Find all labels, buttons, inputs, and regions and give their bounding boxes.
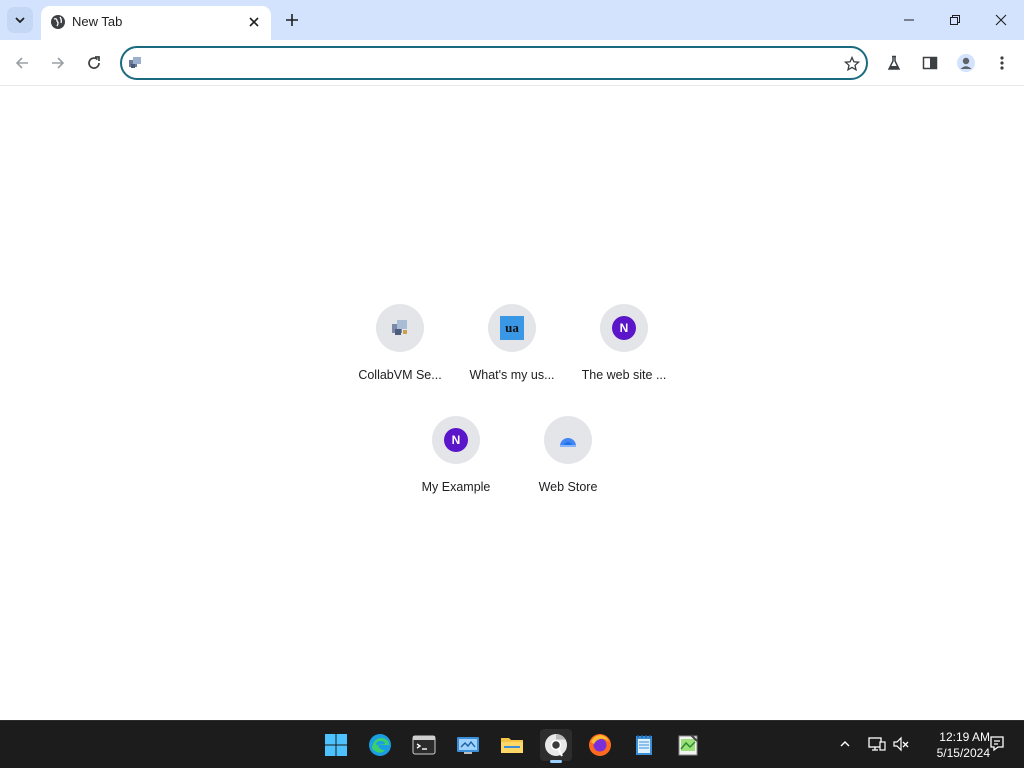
collabvm-site-icon — [128, 56, 142, 75]
kebab-menu-icon — [1000, 56, 1004, 70]
network-icon[interactable] — [866, 733, 888, 755]
clock-time: 12:19 AM — [939, 730, 990, 744]
browser-toolbar — [0, 40, 1024, 86]
restore-icon — [950, 15, 960, 25]
chevron-down-icon — [15, 17, 25, 24]
shortcut-icon-circle: ua — [488, 304, 536, 352]
shortcut-label: The web site ... — [581, 368, 667, 382]
address-input[interactable] — [150, 54, 830, 74]
plus-icon — [286, 14, 298, 26]
flask-icon — [887, 55, 901, 70]
taskbar-clock[interactable]: 12:19 AM 5/15/2024 — [918, 729, 990, 761]
minimize-icon — [904, 19, 914, 21]
back-button[interactable] — [8, 49, 36, 77]
collabvm-icon — [392, 320, 407, 335]
firefox-icon[interactable] — [584, 729, 616, 761]
menu-button[interactable] — [988, 49, 1016, 77]
shortcut-label: What's my us... — [469, 368, 555, 382]
arrow-right-icon — [52, 57, 65, 69]
close-icon — [995, 14, 1007, 26]
forward-button[interactable] — [44, 49, 72, 77]
shortcut-tile[interactable]: N The web site ... — [568, 296, 680, 392]
volume-muted-icon[interactable] — [890, 733, 912, 755]
chrome-icon[interactable] — [540, 729, 572, 763]
notifications-icon[interactable] — [986, 733, 1008, 755]
tab-title: New Tab — [72, 14, 123, 29]
shortcut-icon-circle: N — [432, 416, 480, 464]
clock-date: 5/15/2024 — [936, 746, 990, 760]
tab-strip: New Tab — [0, 0, 1024, 40]
close-tab-icon[interactable] — [245, 13, 263, 31]
shortcut-icon-circle — [544, 416, 592, 464]
shortcut-label: My Example — [421, 480, 491, 494]
shortcut-tile[interactable]: Web Store — [512, 408, 624, 504]
bookmark-star-icon[interactable] — [841, 53, 863, 75]
shortcut-icon-circle: N — [600, 304, 648, 352]
new-tab-button[interactable] — [279, 7, 305, 33]
shortcut-tile[interactable]: CollabVM Se... — [344, 296, 456, 392]
profile-button[interactable] — [952, 49, 980, 77]
taskbar: 12:19 AM 5/15/2024 — [0, 720, 1024, 768]
terminal-icon[interactable] — [408, 729, 440, 761]
notepad-icon[interactable] — [628, 729, 660, 761]
shortcut-label: Web Store — [538, 480, 598, 494]
tab-new-tab[interactable]: New Tab — [41, 6, 271, 40]
chevron-up-icon — [840, 741, 850, 747]
windows-start-icon[interactable] — [320, 729, 352, 761]
globe-icon — [50, 14, 66, 35]
minimize-button[interactable] — [886, 0, 932, 40]
labs-button[interactable] — [880, 49, 908, 77]
image-editor-icon[interactable] — [672, 729, 704, 761]
web-store-icon — [560, 438, 576, 447]
n-letter-icon: N — [444, 428, 468, 452]
tab-search-button[interactable] — [7, 7, 33, 33]
address-bar[interactable] — [120, 46, 868, 80]
show-hidden-icons-button[interactable] — [834, 733, 856, 755]
n-letter-icon: N — [612, 316, 636, 340]
arrow-left-icon — [15, 57, 28, 69]
shortcut-tile[interactable]: N My Example — [400, 408, 512, 504]
reload-button[interactable] — [80, 49, 108, 77]
side-panel-button[interactable] — [916, 49, 944, 77]
avatar-icon — [957, 54, 975, 72]
file-explorer-icon[interactable] — [496, 729, 528, 761]
side-panel-icon — [922, 56, 938, 70]
edge-icon[interactable] — [364, 729, 396, 761]
shortcut-label: CollabVM Se... — [358, 368, 442, 382]
shortcut-tile[interactable]: ua What's my us... — [456, 296, 568, 392]
ua-icon: ua — [500, 316, 524, 340]
restore-button[interactable] — [932, 0, 978, 40]
active-app-indicator — [550, 760, 562, 763]
shortcut-icon-circle — [376, 304, 424, 352]
close-window-button[interactable] — [978, 0, 1024, 40]
reload-icon — [88, 56, 100, 69]
control-panel-icon[interactable] — [452, 729, 484, 761]
